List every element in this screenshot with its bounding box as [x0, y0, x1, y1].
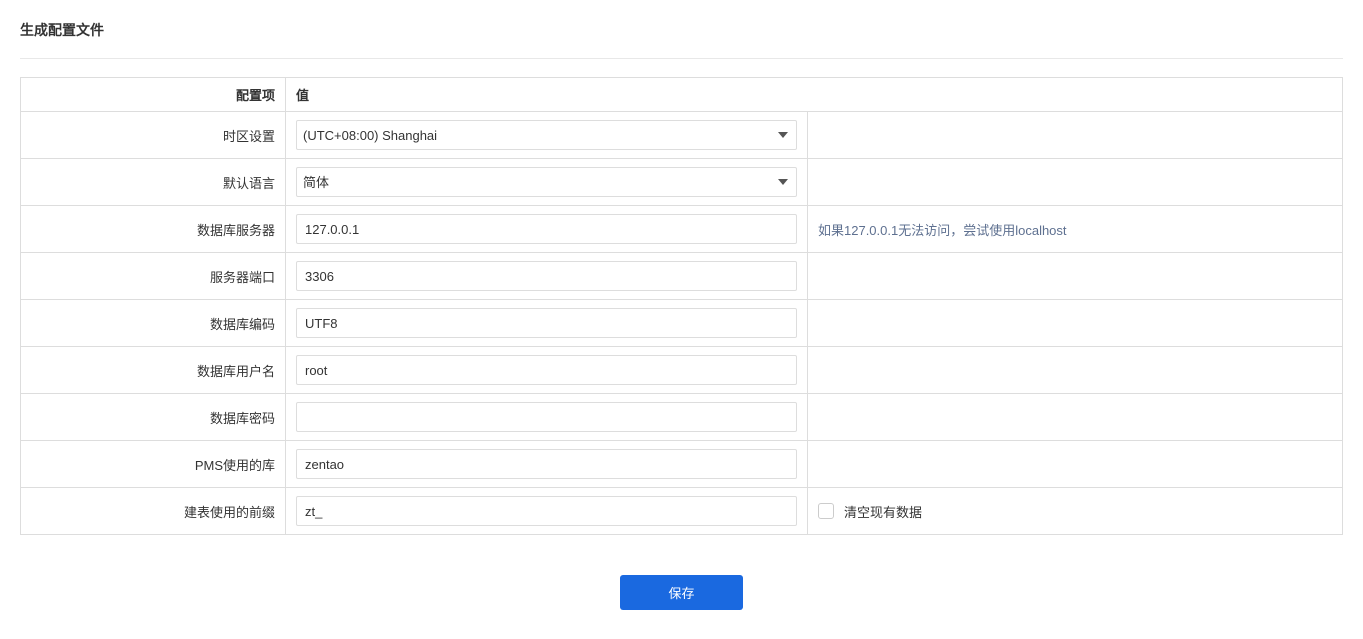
row-db-server: 数据库服务器 如果127.0.0.1无法访问，尝试使用localhost	[21, 206, 1343, 253]
db-password-input[interactable]	[296, 402, 797, 432]
header-value: 值	[286, 78, 1343, 112]
hint-db-password	[808, 394, 1343, 441]
db-server-input[interactable]	[296, 214, 797, 244]
label-server-port: 服务器端口	[21, 253, 286, 300]
page-title: 生成配置文件	[20, 20, 1343, 40]
label-default-lang: 默认语言	[21, 159, 286, 206]
row-table-prefix: 建表使用的前缀 清空现有数据	[21, 488, 1343, 535]
row-pms-db: PMS使用的库	[21, 441, 1343, 488]
clear-data-checkbox[interactable]	[818, 503, 834, 519]
hint-db-username	[808, 347, 1343, 394]
config-table: 配置项 值 时区设置 (UTC+08:00) Shanghai 默认语言 简体 …	[20, 77, 1343, 535]
db-username-input[interactable]	[296, 355, 797, 385]
hint-timezone	[808, 112, 1343, 159]
label-db-server: 数据库服务器	[21, 206, 286, 253]
label-pms-db: PMS使用的库	[21, 441, 286, 488]
header-config-item: 配置项	[21, 78, 286, 112]
row-db-encoding: 数据库编码	[21, 300, 1343, 347]
pms-db-input[interactable]	[296, 449, 797, 479]
hint-pms-db	[808, 441, 1343, 488]
hint-default-lang	[808, 159, 1343, 206]
server-port-input[interactable]	[296, 261, 797, 291]
label-timezone: 时区设置	[21, 112, 286, 159]
row-server-port: 服务器端口	[21, 253, 1343, 300]
hint-db-encoding	[808, 300, 1343, 347]
clear-data-label[interactable]: 清空现有数据	[844, 502, 922, 521]
button-row: 保存	[20, 575, 1343, 610]
table-prefix-input[interactable]	[296, 496, 797, 526]
row-db-username: 数据库用户名	[21, 347, 1343, 394]
db-encoding-input[interactable]	[296, 308, 797, 338]
timezone-select[interactable]: (UTC+08:00) Shanghai	[296, 120, 797, 150]
hint-server-port	[808, 253, 1343, 300]
default-lang-select[interactable]: 简体	[296, 167, 797, 197]
label-db-encoding: 数据库编码	[21, 300, 286, 347]
label-table-prefix: 建表使用的前缀	[21, 488, 286, 535]
label-db-password: 数据库密码	[21, 394, 286, 441]
label-db-username: 数据库用户名	[21, 347, 286, 394]
hint-db-server: 如果127.0.0.1无法访问，尝试使用localhost	[808, 206, 1343, 253]
header-row: 配置项 值	[21, 78, 1343, 112]
row-timezone: 时区设置 (UTC+08:00) Shanghai	[21, 112, 1343, 159]
divider	[20, 58, 1343, 59]
row-db-password: 数据库密码	[21, 394, 1343, 441]
row-default-lang: 默认语言 简体	[21, 159, 1343, 206]
save-button[interactable]: 保存	[620, 575, 742, 610]
